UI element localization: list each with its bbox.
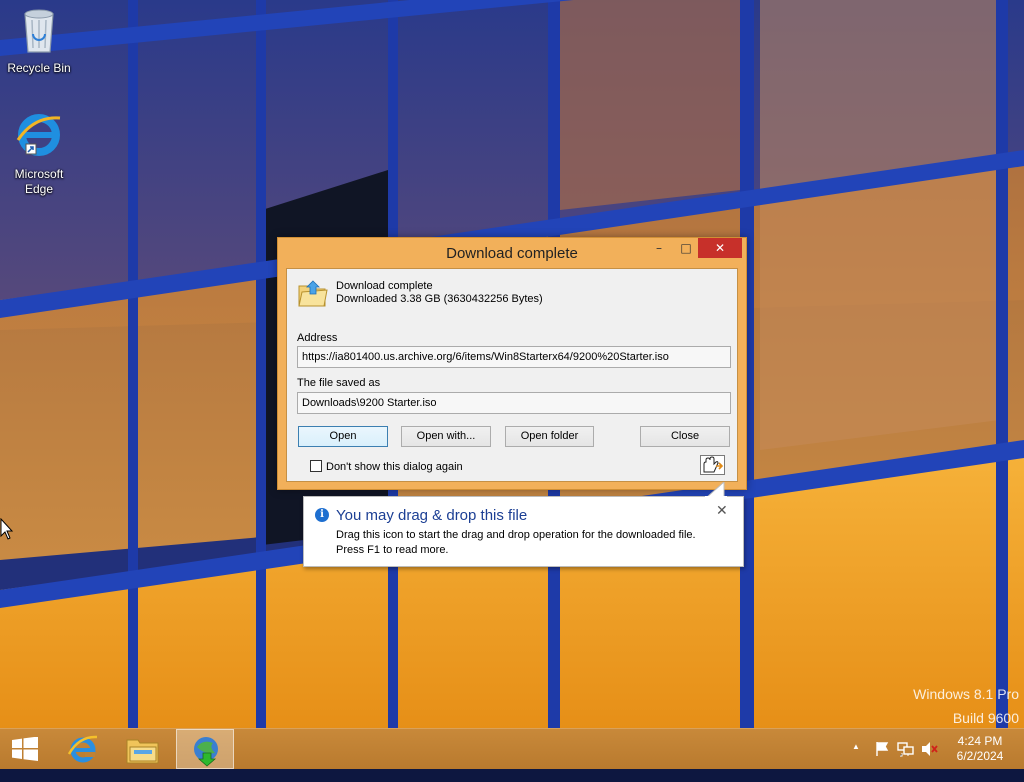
internet-download-manager-icon: [189, 733, 223, 770]
saved-path-field[interactable]: Downloads\9200 Starter.iso: [297, 392, 731, 414]
desktop-icon-label: Recycle Bin: [7, 61, 71, 75]
maximize-icon: □: [680, 241, 692, 255]
minimize-icon: –: [656, 241, 662, 255]
taskbar-clock[interactable]: 4:24 PM 6/2/2024: [940, 734, 1020, 764]
close-icon: ✕: [714, 241, 726, 255]
close-window-button[interactable]: ✕: [698, 238, 742, 258]
address-label: Address: [297, 332, 338, 344]
file-explorer-icon: [126, 735, 160, 768]
dialog-titlebar[interactable]: Download complete – □ ✕: [278, 238, 746, 268]
watermark-build: Build 9600: [952, 710, 1019, 726]
download-complete-dialog: Download complete – □ ✕ Download complet…: [277, 237, 747, 490]
taskbar: ▲ 4:24 PM 6/2/2024: [0, 728, 1024, 769]
info-icon: i: [315, 508, 329, 522]
minimize-button[interactable]: –: [646, 238, 672, 258]
status-title: Download complete: [336, 280, 433, 292]
start-button[interactable]: [0, 729, 58, 769]
balloon-text: Drag this icon to start the drag and dro…: [336, 528, 736, 558]
maximize-button[interactable]: □: [673, 238, 699, 258]
clock-time: 4:24 PM: [957, 734, 1003, 748]
dont-show-again-label[interactable]: Don't show this dialog again: [326, 461, 463, 473]
clock-date: 6/2/2024: [956, 749, 1004, 763]
balloon-close-icon[interactable]: ✕: [716, 503, 728, 519]
volume-muted-icon[interactable]: [921, 741, 939, 760]
desktop-icon-microsoft-edge[interactable]: Microsoft Edge: [1, 110, 77, 197]
balloon-line-2: Press F1 to read more.: [336, 544, 449, 556]
recycle-bin-icon: [1, 6, 77, 58]
action-center-flag-icon[interactable]: [874, 741, 890, 760]
open-with-button[interactable]: Open with...: [401, 426, 491, 447]
tray-overflow-chevron[interactable]: ▲: [852, 742, 860, 782]
drag-drop-hand-icon[interactable]: [700, 455, 725, 475]
balloon-pointer: [705, 482, 727, 498]
address-field[interactable]: https://ia801400.us.archive.org/6/items/…: [297, 346, 731, 368]
watermark-edition: Windows 8.1 Pro: [913, 686, 1019, 702]
close-button[interactable]: Close: [640, 426, 730, 447]
dialog-body: Download complete Downloaded 3.38 GB (36…: [286, 268, 738, 482]
open-folder-button[interactable]: Open folder: [505, 426, 594, 447]
taskbar-file-explorer[interactable]: [116, 729, 174, 769]
open-button[interactable]: Open: [298, 426, 388, 447]
balloon-line-1: Drag this icon to start the drag and dro…: [336, 529, 696, 541]
folder-download-icon: [297, 278, 329, 313]
taskbar-internet-explorer[interactable]: [58, 729, 116, 769]
saved-as-label: The file saved as: [297, 377, 381, 389]
balloon-title: You may drag & drop this file: [336, 507, 528, 524]
mouse-cursor-icon: [0, 518, 14, 540]
network-icon[interactable]: [897, 741, 915, 760]
status-detail: Downloaded 3.38 GB (3630432256 Bytes): [336, 293, 543, 305]
drag-drop-balloon-tip: i You may drag & drop this file Drag thi…: [303, 482, 744, 567]
internet-explorer-icon: [1, 110, 77, 164]
taskbar-internet-download-manager[interactable]: [176, 729, 234, 769]
desktop-icon-recycle-bin[interactable]: Recycle Bin: [1, 6, 77, 76]
internet-explorer-icon: [66, 732, 100, 769]
windows-edition-watermark: Windows 8.1 Pro Build 9600: [913, 686, 1019, 726]
start-windows-icon: [12, 736, 38, 764]
desktop-icon-label: Microsoft Edge: [14, 167, 64, 196]
dont-show-again-checkbox[interactable]: [310, 460, 322, 472]
